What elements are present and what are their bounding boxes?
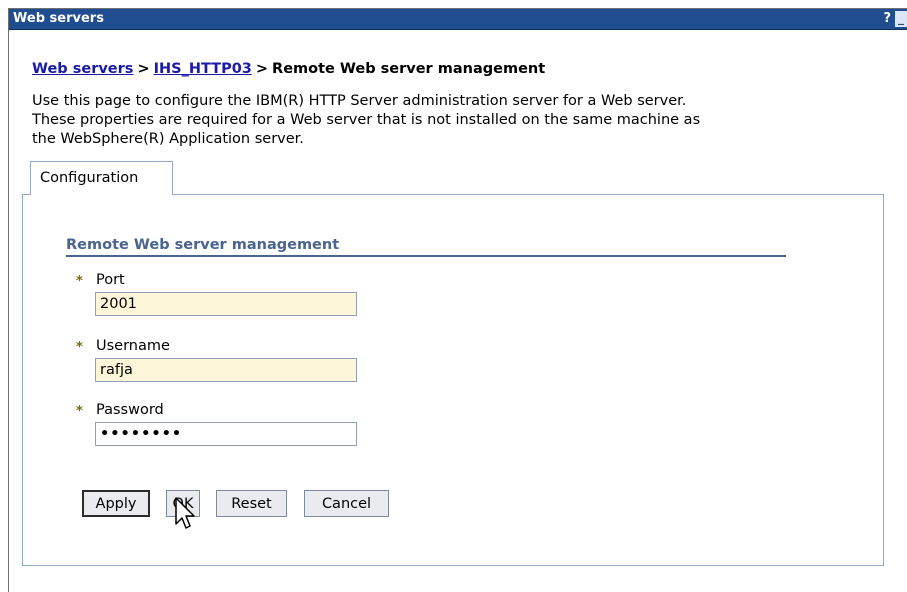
- cancel-button[interactable]: Cancel: [304, 490, 389, 517]
- asterisk-icon: *: [76, 274, 83, 289]
- apply-button[interactable]: Apply: [82, 490, 150, 517]
- tab-label: Configuration: [40, 170, 139, 186]
- password-input[interactable]: [95, 422, 357, 446]
- breadcrumb-separator: >: [137, 61, 150, 77]
- description-line: These properties are required for a Web …: [32, 112, 701, 128]
- window-title: Web servers: [13, 11, 104, 26]
- section-title: Remote Web server management: [66, 237, 340, 253]
- configuration-panel: Remote Web server management * Port * Us…: [22, 194, 884, 566]
- section-divider: [66, 255, 786, 257]
- page-description: Use this page to configure the IBM(R) HT…: [32, 92, 892, 149]
- breadcrumb-link-ihs-http03[interactable]: IHS_HTTP03: [154, 61, 252, 77]
- breadcrumb-separator: >: [255, 61, 269, 77]
- window-titlebar: Web servers ? _: [9, 9, 907, 30]
- tab-configuration[interactable]: Configuration: [30, 161, 173, 195]
- breadcrumb-link-web-servers[interactable]: Web servers: [32, 61, 133, 77]
- reset-button[interactable]: Reset: [216, 490, 287, 517]
- breadcrumb-current: Remote Web server management: [272, 61, 546, 77]
- description-line: Use this page to configure the IBM(R) HT…: [32, 93, 687, 109]
- description-line: the WebSphere(R) Application server.: [32, 131, 304, 147]
- help-icon[interactable]: ?: [883, 11, 891, 26]
- mouse-pointer-icon: [175, 497, 195, 529]
- port-input[interactable]: [95, 292, 357, 316]
- password-label: Password: [96, 402, 164, 418]
- breadcrumb: Web servers > IHS_HTTP03 > Remote Web server…: [32, 61, 545, 77]
- username-input[interactable]: [95, 358, 357, 382]
- asterisk-icon: *: [76, 340, 83, 355]
- minimize-icon[interactable]: _: [895, 11, 907, 27]
- port-label: Port: [96, 272, 125, 288]
- asterisk-icon: *: [76, 404, 83, 419]
- username-label: Username: [96, 338, 170, 354]
